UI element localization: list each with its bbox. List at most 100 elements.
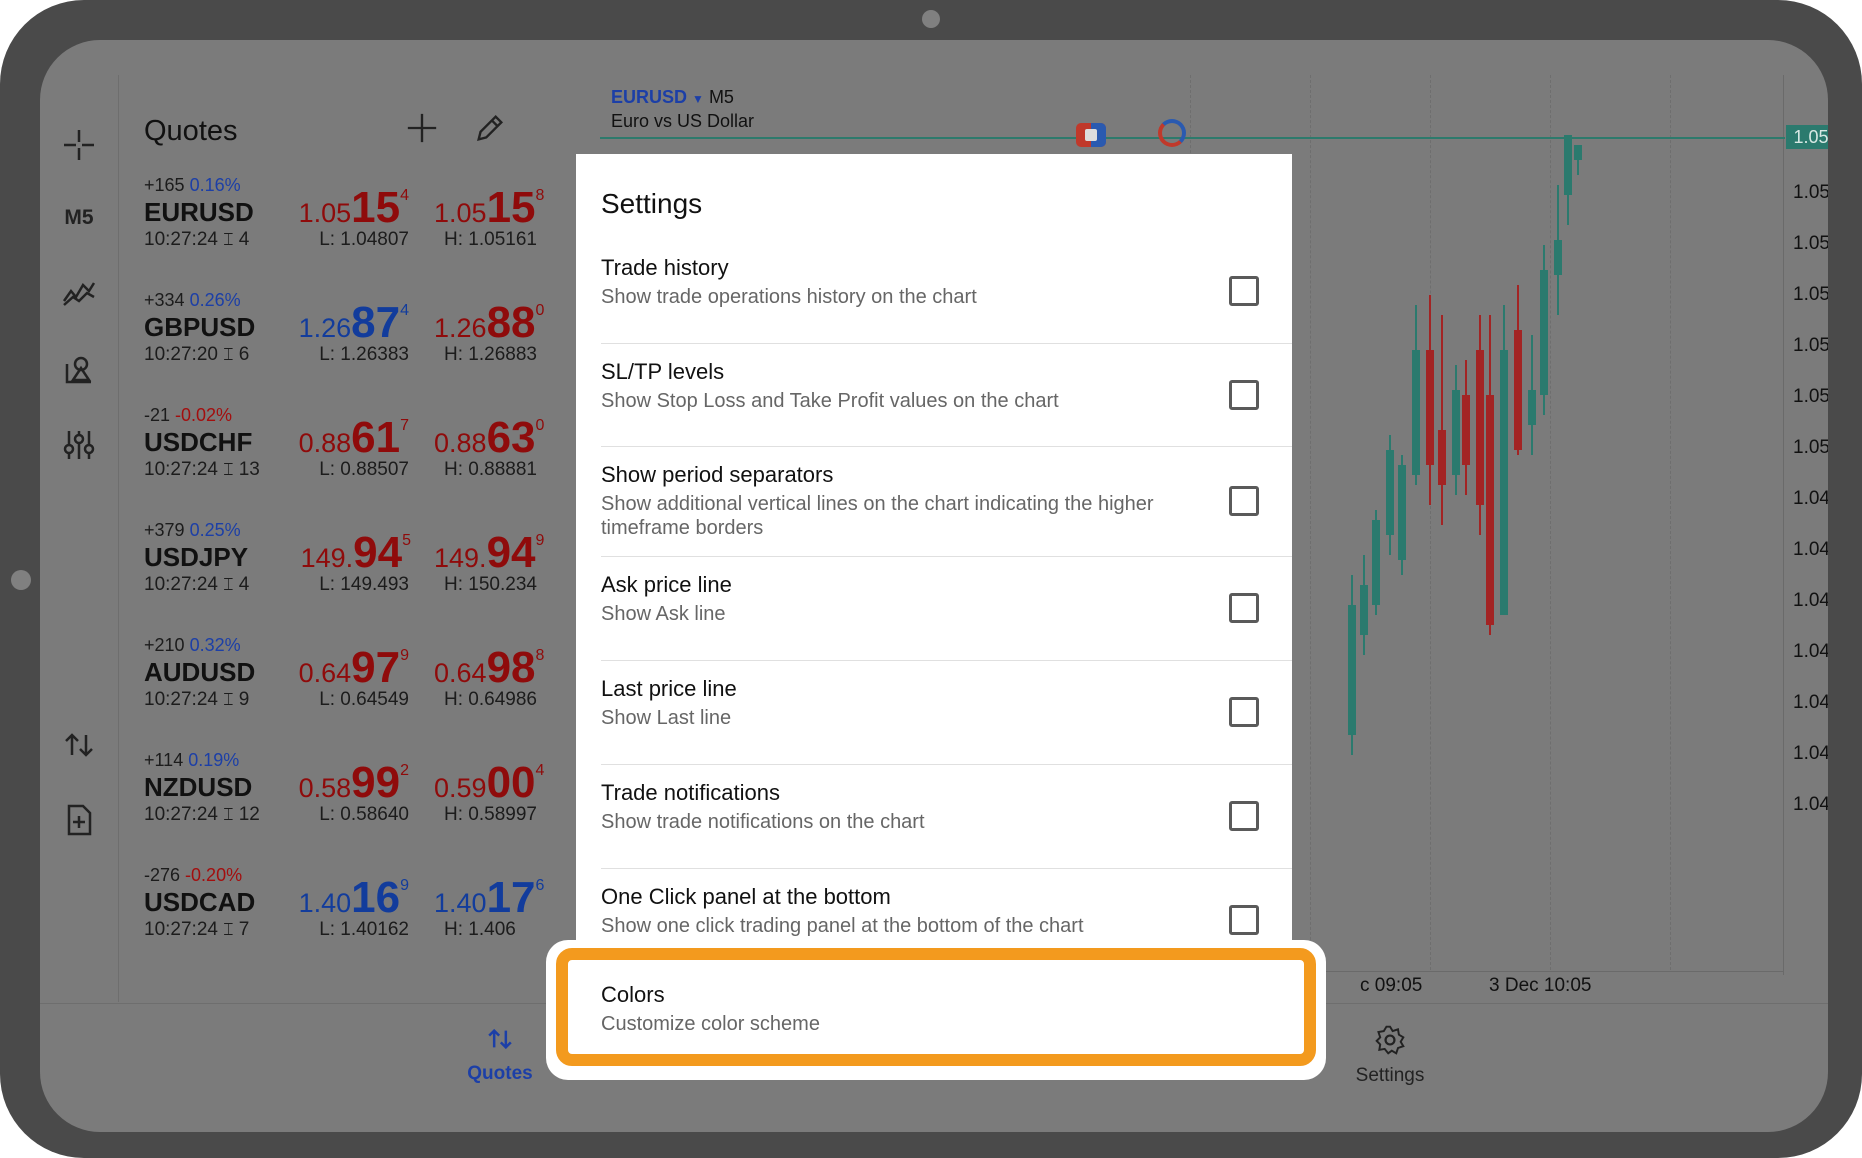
time-label: 3 Dec 10:05: [1489, 975, 1592, 996]
setting-item[interactable]: Trade notifications Show trade notificati…: [601, 764, 1292, 869]
quote-low: L: 149.493: [319, 574, 409, 595]
ask-price[interactable]: 0.64988: [434, 643, 544, 693]
candle: [1514, 285, 1522, 455]
one-click-trading-icon[interactable]: [1076, 123, 1106, 147]
time-label: c 09:05: [1360, 975, 1423, 996]
nav-quotes-label: Quotes: [467, 1063, 533, 1084]
candle: [1540, 245, 1548, 415]
candle: [1386, 435, 1394, 555]
price-axis-label: 1.04825: [1793, 794, 1828, 815]
price-axis-label: 1.04875: [1793, 692, 1828, 713]
setting-checkbox[interactable]: [1229, 379, 1259, 410]
candle: [1500, 305, 1508, 615]
setting-item[interactable]: Last price line Show Last line: [601, 660, 1292, 765]
quote-row[interactable]: -21 -0.02% USDCHF 10:27:24 ⌶ 13 0.88617 0.88…: [119, 395, 599, 510]
new-order-icon[interactable]: [54, 795, 104, 845]
setting-item[interactable]: SL/TP levels Show Stop Loss and Take Prof…: [601, 343, 1292, 447]
setting-title: SL/TP levels: [601, 359, 725, 384]
price-axis-label: 1.05100: [1793, 233, 1828, 254]
setting-checkbox[interactable]: [1229, 276, 1259, 306]
edit-pencil-icon[interactable]: [469, 107, 511, 149]
setting-item[interactable]: Ask price line Show Ask line: [601, 556, 1292, 661]
setting-checkbox[interactable]: [1229, 486, 1259, 516]
quote-change: +165 0.16%: [144, 175, 241, 195]
timeframe-button[interactable]: M5: [54, 193, 104, 243]
setting-item[interactable]: Show period separators Show additional ve…: [601, 446, 1292, 557]
candle: [1564, 135, 1572, 225]
ask-price[interactable]: 1.05158: [434, 183, 544, 233]
quote-row[interactable]: +210 0.32% AUDUSD 10:27:24 ⌶ 9 0.64979 0.649…: [119, 625, 599, 740]
trade-arrows-icon[interactable]: [54, 720, 104, 770]
objects-icon[interactable]: [54, 345, 104, 395]
setting-title: Trade notifications: [601, 780, 780, 805]
candle: [1476, 315, 1484, 535]
ask-price[interactable]: 1.26880: [434, 298, 544, 348]
bid-price[interactable]: 0.64979: [299, 643, 409, 693]
price-axis-label: 1.05000: [1793, 437, 1828, 458]
spread-icon: ⌶: [223, 460, 234, 479]
bid-price[interactable]: 1.40169: [299, 873, 409, 923]
quote-time: 10:27:20 ⌶ 6: [144, 344, 250, 365]
quote-row[interactable]: +334 0.26% GBPUSD 10:27:20 ⌶ 6 1.26874 1.268…: [119, 280, 599, 395]
quote-symbol: NZDUSD: [144, 772, 253, 802]
quote-change: -21 -0.02%: [144, 405, 233, 425]
quote-row[interactable]: +114 0.19% NZDUSD 10:27:24 ⌶ 12 0.58992 0.59…: [119, 740, 599, 855]
bid-price[interactable]: 0.58992: [299, 758, 409, 808]
candle: [1426, 295, 1434, 505]
setting-description: Show trade operations history on the cha…: [601, 286, 977, 308]
setting-checkbox[interactable]: [1229, 801, 1259, 831]
nav-settings[interactable]: Settings: [1330, 1024, 1450, 1087]
add-symbol-icon[interactable]: [401, 107, 443, 149]
spread-icon: ⌶: [223, 920, 234, 939]
setting-title: Last price line: [601, 676, 737, 701]
quote-change: +114 0.19%: [144, 750, 240, 770]
quote-change: +379 0.25%: [144, 520, 241, 540]
quote-time: 10:27:24 ⌶ 4: [144, 574, 250, 595]
ask-price[interactable]: 1.40176: [434, 873, 544, 923]
candle: [1574, 145, 1582, 175]
bid-price[interactable]: 149.945: [301, 528, 411, 578]
price-axis-label: 1.04975: [1793, 488, 1828, 509]
bid-price[interactable]: 1.26874: [299, 298, 409, 348]
indicators-icon[interactable]: [54, 268, 104, 318]
setting-checkbox[interactable]: [1229, 905, 1259, 935]
dropdown-arrow-icon: ▼: [692, 92, 704, 106]
quote-high: H: 1.26883: [444, 344, 537, 365]
nav-quotes[interactable]: Quotes: [445, 1024, 555, 1085]
depth-of-market-icon[interactable]: [1158, 119, 1186, 147]
ask-price[interactable]: 0.59004: [434, 758, 544, 808]
ask-price[interactable]: 149.949: [434, 528, 544, 578]
nav-settings-label: Settings: [1355, 1065, 1425, 1086]
quote-row[interactable]: +379 0.25% USDJPY 10:27:24 ⌶ 4 149.945 149.9…: [119, 510, 599, 625]
camera-dot: [922, 10, 940, 28]
chart-symbol-title[interactable]: EURUSD ▼ M5: [611, 87, 734, 108]
quote-low: L: 1.04807: [319, 229, 409, 250]
quote-low: L: 1.40162: [319, 919, 409, 940]
quote-time: 10:27:24 ⌶ 12: [144, 804, 260, 825]
quote-row[interactable]: +165 0.16% EURUSD 10:27:24 ⌶ 4 1.05154 1.051…: [119, 165, 599, 280]
price-axis-label: 1.04950: [1793, 539, 1828, 560]
quote-row[interactable]: -276 -0.20% USDCAD 10:27:24 ⌶ 7 1.40169 1.40…: [119, 855, 599, 970]
chart-settings-icon[interactable]: [54, 420, 104, 470]
ask-price[interactable]: 0.88630: [434, 413, 544, 463]
quote-high: H: 0.58997: [444, 804, 537, 825]
crosshair-icon[interactable]: [54, 120, 104, 170]
setting-colors[interactable]: Colors Customize color scheme: [566, 943, 1306, 1063]
settings-title: Settings: [601, 188, 703, 219]
bid-price[interactable]: 0.88617: [299, 413, 409, 463]
setting-item[interactable]: Trade history Show trade operations histo…: [601, 239, 1292, 344]
spread-icon: ⌶: [223, 690, 234, 709]
bid-price[interactable]: 1.05154: [299, 183, 409, 233]
quotes-title: Quotes: [144, 115, 238, 147]
quote-high: H: 150.234: [444, 574, 537, 595]
setting-description: Show trade notifications on the chart: [601, 811, 925, 833]
price-axis-border: [1783, 75, 1784, 975]
price-axis-label: 1.04900: [1793, 641, 1828, 662]
price-axis-label: 1.04850: [1793, 743, 1828, 764]
setting-checkbox[interactable]: [1229, 697, 1259, 727]
candle: [1398, 455, 1406, 575]
setting-checkbox[interactable]: [1229, 593, 1259, 623]
candle: [1462, 360, 1470, 495]
quote-change: -276 -0.20%: [144, 865, 243, 885]
spread-icon: ⌶: [223, 345, 234, 364]
